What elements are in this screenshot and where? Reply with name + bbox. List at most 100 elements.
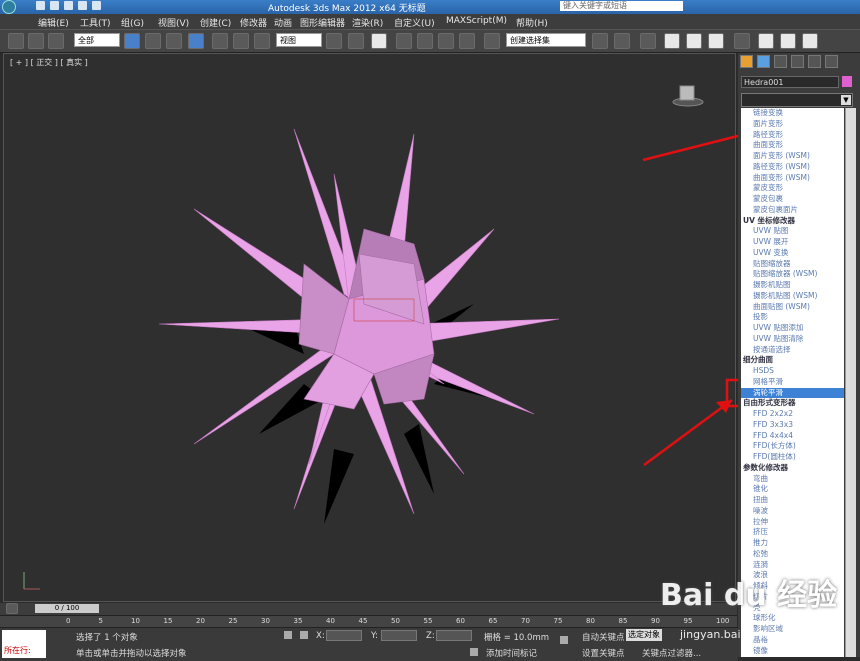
modifier-list-item[interactable]: 路径变形: [741, 130, 844, 141]
modifier-list-item[interactable]: 摄影机贴图: [741, 280, 844, 291]
modifier-list-item[interactable]: 推力: [741, 538, 844, 549]
menu-group[interactable]: 组(G): [121, 16, 144, 29]
modifier-list-item[interactable]: UVW 展开: [741, 237, 844, 248]
modifier-list-item[interactable]: 蒙皮包裹面片: [741, 205, 844, 216]
chevron-down-icon[interactable]: ▼: [841, 95, 851, 105]
menu-maxscript[interactable]: MAXScript(M): [446, 16, 507, 26]
set-key-button[interactable]: 设置关键点: [582, 647, 625, 659]
angle-snap-icon[interactable]: [417, 33, 433, 49]
modifier-list-item[interactable]: 松弛: [741, 549, 844, 560]
menu-customize[interactable]: 自定义(U): [394, 16, 435, 29]
add-time-tag-button[interactable]: 添加时间标记: [486, 647, 537, 659]
modifier-list-item[interactable]: FFD(长方体): [741, 441, 844, 452]
bind-space-warp-icon[interactable]: [48, 33, 64, 49]
z-coordinate-field[interactable]: [436, 630, 472, 641]
menu-graph-editors[interactable]: 图形编辑器: [300, 16, 345, 29]
new-file-icon[interactable]: [36, 1, 45, 10]
modifier-list-item[interactable]: 路径变形 (WSM): [741, 162, 844, 173]
modifier-list-item[interactable]: 网格平滑: [741, 377, 844, 388]
modifier-list-item[interactable]: 投影: [741, 312, 844, 323]
menu-tools[interactable]: 工具(T): [80, 16, 111, 29]
spinner-snap-icon[interactable]: [459, 33, 475, 49]
time-tag-icon[interactable]: [470, 648, 478, 656]
menu-animation[interactable]: 动画: [274, 16, 292, 29]
keyboard-shortcut-override-icon[interactable]: [371, 33, 387, 49]
layer-manager-icon[interactable]: [640, 33, 656, 49]
snaps-toggle-icon[interactable]: [396, 33, 412, 49]
named-selection-dropdown[interactable]: 创建选择集: [506, 33, 586, 47]
modifier-list-item[interactable]: 涡轮平滑: [741, 387, 844, 399]
select-object-icon[interactable]: [124, 33, 140, 49]
modifier-list-item[interactable]: 摄影机贴图 (WSM): [741, 291, 844, 302]
graphite-ribbon-icon[interactable]: [664, 33, 680, 49]
modifier-list-item[interactable]: 锥化: [741, 484, 844, 495]
undo-icon[interactable]: [78, 1, 87, 10]
link-icon[interactable]: [8, 33, 24, 49]
scale-icon[interactable]: [254, 33, 270, 49]
modifier-list-item[interactable]: UVW 贴图添加: [741, 323, 844, 334]
modifier-list-item[interactable]: 按通道选择: [741, 345, 844, 356]
menu-modifiers[interactable]: 修改器: [240, 16, 267, 29]
create-tab-icon[interactable]: [740, 55, 753, 68]
modifier-list-item[interactable]: HSDS: [741, 366, 844, 377]
modifier-list-item[interactable]: 镜像: [741, 646, 844, 657]
lock-selection-icon[interactable]: [284, 631, 292, 639]
menu-help[interactable]: 帮助(H): [516, 16, 548, 29]
modifier-list-dropdown[interactable]: ▼: [741, 93, 853, 107]
modifier-list-item[interactable]: 球形化: [741, 613, 844, 624]
object-name-field[interactable]: Hedra001: [741, 76, 839, 88]
modifier-list-item[interactable]: 扭曲: [741, 495, 844, 506]
hedra-star-object[interactable]: [4, 54, 737, 603]
edit-named-selection-icon[interactable]: [484, 33, 500, 49]
x-coordinate-field[interactable]: [326, 630, 362, 641]
render-production-icon[interactable]: [802, 33, 818, 49]
percent-snap-icon[interactable]: [438, 33, 454, 49]
modifier-list-item[interactable]: 面片变形: [741, 119, 844, 130]
modifier-list-item[interactable]: 挤压: [741, 527, 844, 538]
rotate-icon[interactable]: [233, 33, 249, 49]
rendered-frame-window-icon[interactable]: [780, 33, 796, 49]
time-slider[interactable]: 0 / 100: [35, 604, 99, 613]
motion-tab-icon[interactable]: [791, 55, 804, 68]
app-logo-icon[interactable]: [2, 0, 16, 14]
modifier-list-item[interactable]: FFD 2x2x2: [741, 409, 844, 420]
modifier-list-item[interactable]: 贴图缩放器 (WSM): [741, 269, 844, 280]
auto-key-button[interactable]: 自动关键点: [582, 631, 625, 643]
selection-filter-dropdown[interactable]: 全部: [74, 33, 120, 47]
modifier-list-item[interactable]: FFD(圆柱体): [741, 452, 844, 463]
mirror-icon[interactable]: [592, 33, 608, 49]
schematic-view-icon[interactable]: [708, 33, 724, 49]
display-tab-icon[interactable]: [808, 55, 821, 68]
modifier-list-item[interactable]: UVW 贴图清除: [741, 334, 844, 345]
select-by-name-icon[interactable]: [145, 33, 161, 49]
modifier-list-item[interactable]: 噪波: [741, 506, 844, 517]
reference-coordinate-dropdown[interactable]: 视图: [276, 33, 322, 47]
key-icon[interactable]: [560, 636, 568, 644]
selected-object-dropdown[interactable]: 选定对象: [626, 629, 662, 641]
modifier-list-item[interactable]: 曲面变形: [741, 140, 844, 151]
modifier-list-item[interactable]: 蒙皮变形: [741, 183, 844, 194]
menu-create[interactable]: 创建(C): [200, 16, 231, 29]
window-crossing-icon[interactable]: [188, 33, 204, 49]
object-color-swatch[interactable]: [842, 76, 852, 87]
trackbar-toggle-icon[interactable]: [6, 603, 18, 614]
modifier-list-item[interactable]: UVW 贴图: [741, 226, 844, 237]
save-file-icon[interactable]: [64, 1, 73, 10]
modifier-list-item[interactable]: 面片变形 (WSM): [741, 151, 844, 162]
pivot-center-icon[interactable]: [326, 33, 342, 49]
modifier-list-item[interactable]: 链接变换: [741, 108, 844, 119]
modifier-list-scrollbar[interactable]: [845, 108, 856, 657]
select-and-manipulate-icon[interactable]: [348, 33, 364, 49]
open-file-icon[interactable]: [50, 1, 59, 10]
modifier-list-item[interactable]: UVW 变换: [741, 248, 844, 259]
modifier-list-item[interactable]: 曲面贴图 (WSM): [741, 302, 844, 313]
hierarchy-tab-icon[interactable]: [774, 55, 787, 68]
utilities-tab-icon[interactable]: [825, 55, 838, 68]
modifier-list-item[interactable]: 蒙皮包裹: [741, 194, 844, 205]
absolute-mode-icon[interactable]: [300, 631, 308, 639]
redo-icon[interactable]: [92, 1, 101, 10]
maxscript-listener[interactable]: 所在行:: [2, 630, 46, 658]
modify-tab-icon[interactable]: [757, 55, 770, 68]
modifier-list-item[interactable]: 拉伸: [741, 517, 844, 528]
menu-rendering[interactable]: 渲染(R): [352, 16, 383, 29]
